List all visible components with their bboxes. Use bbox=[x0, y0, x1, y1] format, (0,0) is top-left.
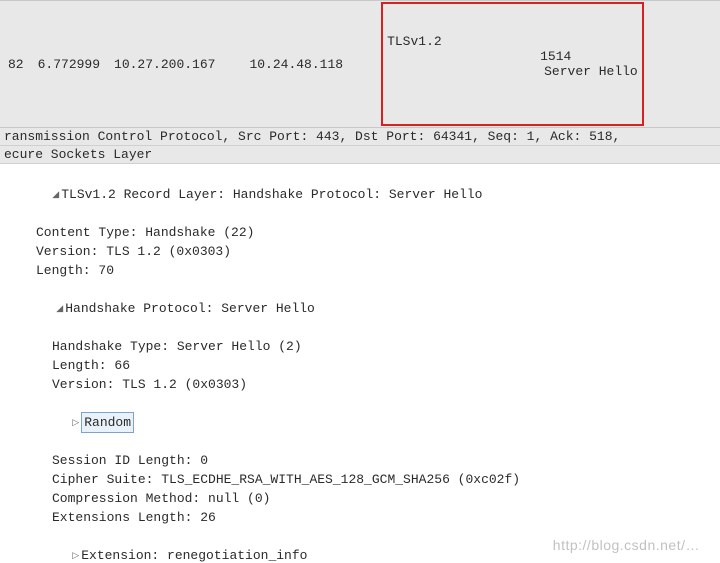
record-layer-node[interactable]: ◢TLSv1.2 Record Layer: Handshake Protoco… bbox=[2, 166, 718, 223]
record-length[interactable]: Length: 70 bbox=[2, 261, 718, 280]
handshake-proto-node[interactable]: ◢Handshake Protocol: Server Hello bbox=[2, 280, 718, 337]
session-id-length[interactable]: Session ID Length: 0 bbox=[2, 451, 718, 470]
pkt-proto: TLSv1.2 bbox=[387, 34, 442, 94]
pkt-len: 1514 bbox=[540, 49, 571, 64]
random-label: Random bbox=[81, 412, 134, 433]
random-node[interactable]: ▷Random bbox=[2, 394, 718, 451]
packet-detail-tree: ◢TLSv1.2 Record Layer: Handshake Protoco… bbox=[0, 164, 720, 563]
highlight-proto-info: TLSv1.2 1514 Server Hello bbox=[381, 2, 644, 126]
pkt-src: 10.27.200.167 bbox=[110, 57, 219, 72]
compression-method[interactable]: Compression Method: null (0) bbox=[2, 489, 718, 508]
chevron-down-icon: ◢ bbox=[55, 300, 64, 309]
handshake-version[interactable]: Version: TLS 1.2 (0x0303) bbox=[2, 375, 718, 394]
packet-list-row[interactable]: 82 6.772999 10.27.200.167 10.24.48.118 T… bbox=[0, 0, 720, 128]
ext-reneg-label: Extension: renegotiation_info bbox=[81, 548, 307, 563]
ext-reneg-node[interactable]: ▷Extension: renegotiation_info bbox=[2, 527, 718, 563]
chevron-right-icon: ▷ bbox=[71, 414, 80, 423]
pkt-no: 82 bbox=[4, 57, 28, 72]
version-tls[interactable]: Version: TLS 1.2 (0x0303) bbox=[2, 242, 718, 261]
pkt-info: Server Hello bbox=[544, 64, 638, 79]
handshake-length[interactable]: Length: 66 bbox=[2, 356, 718, 375]
handshake-type[interactable]: Handshake Type: Server Hello (2) bbox=[2, 337, 718, 356]
tcp-header[interactable]: ransmission Control Protocol, Src Port: … bbox=[0, 128, 720, 146]
extensions-length[interactable]: Extensions Length: 26 bbox=[2, 508, 718, 527]
ssl-header[interactable]: ecure Sockets Layer bbox=[0, 146, 720, 164]
chevron-right-icon: ▷ bbox=[71, 547, 80, 556]
pkt-time: 6.772999 bbox=[34, 57, 104, 72]
content-type[interactable]: Content Type: Handshake (22) bbox=[2, 223, 718, 242]
pkt-dst: 10.24.48.118 bbox=[245, 57, 347, 72]
cipher-suite[interactable]: Cipher Suite: TLS_ECDHE_RSA_WITH_AES_128… bbox=[2, 470, 718, 489]
chevron-down-icon: ◢ bbox=[51, 186, 60, 195]
record-layer-label: TLSv1.2 Record Layer: Handshake Protocol… bbox=[61, 187, 482, 202]
handshake-proto-label: Handshake Protocol: Server Hello bbox=[65, 301, 315, 316]
